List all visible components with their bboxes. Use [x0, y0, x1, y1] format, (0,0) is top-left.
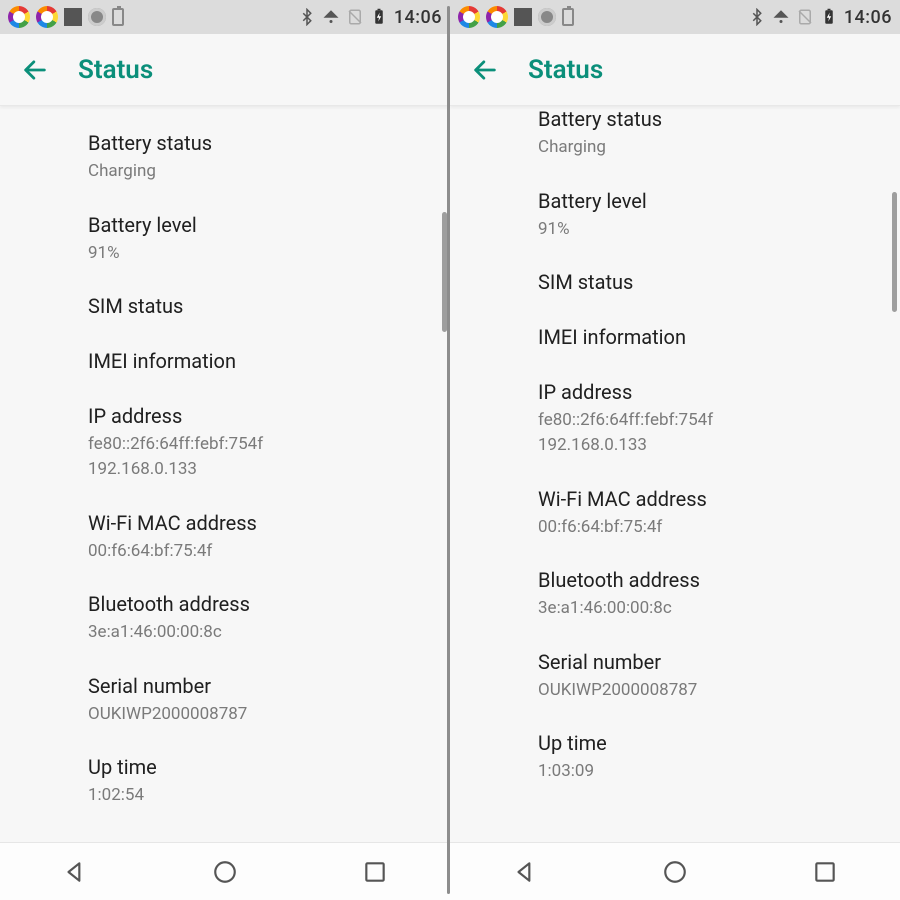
- row-sub: 1:02:54: [88, 783, 426, 808]
- row-title: Battery status: [538, 106, 876, 133]
- row-title: Wi-Fi MAC address: [538, 486, 876, 513]
- page-title: Status: [78, 55, 153, 85]
- row-battery-level[interactable]: Battery level 91%: [0, 198, 450, 280]
- row-sim-status[interactable]: SIM status: [0, 279, 450, 334]
- row-wifi-mac[interactable]: Wi-Fi MAC address 00:f6:64:bf:75:4f: [0, 496, 450, 578]
- row-title: SIM status: [538, 269, 876, 296]
- row-title: IMEI information: [88, 348, 426, 375]
- status-bar: 14:06: [450, 0, 900, 34]
- app-bar: Status: [0, 34, 450, 106]
- nav-recent[interactable]: [795, 852, 855, 892]
- bluetooth-icon: [748, 8, 766, 26]
- row-title: Up time: [538, 730, 876, 757]
- row-sub: 91%: [538, 217, 876, 242]
- row-sub: 00:f6:64:bf:75:4f: [538, 515, 876, 540]
- row-battery-status[interactable]: Battery status Charging: [450, 106, 900, 174]
- row-title: IP address: [88, 403, 426, 430]
- scrollbar[interactable]: [892, 192, 897, 312]
- battery-saver-icon: [562, 8, 574, 26]
- scrollbar[interactable]: [442, 212, 447, 332]
- row-serial[interactable]: Serial number OUKIWP2000008787: [0, 659, 450, 741]
- wifi-icon: [322, 8, 340, 26]
- row-serial[interactable]: Serial number OUKIWP2000008787: [450, 635, 900, 717]
- row-bluetooth-addr[interactable]: Bluetooth address 3e:a1:46:00:00:8c: [450, 553, 900, 635]
- page-title: Status: [528, 55, 603, 85]
- row-uptime[interactable]: Up time 1:02:54: [0, 740, 450, 822]
- row-uptime[interactable]: Up time 1:03:09: [450, 716, 900, 798]
- row-title: Wi-Fi MAC address: [88, 510, 426, 537]
- row-sim-status[interactable]: SIM status: [450, 255, 900, 310]
- row-title: SIM status: [88, 293, 426, 320]
- record-icon: [538, 8, 556, 26]
- row-ip[interactable]: IP address fe80::2f6:64ff:febf:754f 192.…: [450, 365, 900, 471]
- row-sub: 91%: [88, 241, 426, 266]
- app-notif-icon: [458, 6, 480, 28]
- clock: 14:06: [844, 7, 892, 28]
- screenshot-icon: [64, 8, 82, 26]
- no-sim-icon: [346, 8, 364, 26]
- row-imei[interactable]: IMEI information: [0, 334, 450, 389]
- row-battery-status[interactable]: Battery status Charging: [0, 116, 450, 198]
- content-area[interactable]: Battery status Charging Battery level 91…: [450, 106, 900, 842]
- row-sub: Charging: [88, 159, 426, 184]
- wifi-icon: [772, 8, 790, 26]
- battery-saver-icon: [112, 8, 124, 26]
- row-sub: OUKIWP2000008787: [538, 678, 876, 703]
- nav-home[interactable]: [645, 852, 705, 892]
- screenshot-icon: [514, 8, 532, 26]
- status-list: Battery status Charging Battery level 91…: [450, 106, 900, 798]
- row-sub: 3e:a1:46:00:00:8c: [88, 620, 426, 645]
- row-title: Battery level: [538, 188, 876, 215]
- nav-back[interactable]: [45, 852, 105, 892]
- row-title: IMEI information: [538, 324, 876, 351]
- row-bluetooth-addr[interactable]: Bluetooth address 3e:a1:46:00:00:8c: [0, 577, 450, 659]
- row-title: IP address: [538, 379, 876, 406]
- battery-charging-icon: [370, 8, 388, 26]
- row-title: Battery level: [88, 212, 426, 239]
- row-title: Bluetooth address: [538, 567, 876, 594]
- screen-left: 14:06 Status Battery status Charging Bat…: [0, 0, 450, 900]
- row-title: Serial number: [538, 649, 876, 676]
- app-notif-icon: [8, 6, 30, 28]
- row-ip[interactable]: IP address fe80::2f6:64ff:febf:754f 192.…: [0, 389, 450, 495]
- nav-bar: [450, 842, 900, 900]
- nav-back[interactable]: [495, 852, 555, 892]
- row-sub: fe80::2f6:64ff:febf:754f 192.168.0.133: [538, 408, 876, 457]
- row-sub: OUKIWP2000008787: [88, 702, 426, 727]
- screen-right: 14:06 Status Battery status Charging Bat…: [450, 0, 900, 900]
- nav-home[interactable]: [195, 852, 255, 892]
- nav-bar: [0, 842, 450, 900]
- content-area[interactable]: Battery status Charging Battery level 91…: [0, 106, 450, 842]
- app-bar: Status: [450, 34, 900, 106]
- bluetooth-icon: [298, 8, 316, 26]
- battery-charging-icon: [820, 8, 838, 26]
- nav-recent[interactable]: [345, 852, 405, 892]
- back-button[interactable]: [14, 49, 56, 91]
- row-title: Up time: [88, 754, 426, 781]
- status-bar: 14:06: [0, 0, 450, 34]
- status-list: Battery status Charging Battery level 91…: [0, 112, 450, 822]
- no-sim-icon: [796, 8, 814, 26]
- row-title: Bluetooth address: [88, 591, 426, 618]
- row-sub: 1:03:09: [538, 759, 876, 784]
- row-title: Serial number: [88, 673, 426, 700]
- back-button[interactable]: [464, 49, 506, 91]
- row-sub: fe80::2f6:64ff:febf:754f 192.168.0.133: [88, 432, 426, 481]
- app-notif-icon: [36, 6, 58, 28]
- row-imei[interactable]: IMEI information: [450, 310, 900, 365]
- row-battery-level[interactable]: Battery level 91%: [450, 174, 900, 256]
- app-notif-icon: [486, 6, 508, 28]
- record-icon: [88, 8, 106, 26]
- row-wifi-mac[interactable]: Wi-Fi MAC address 00:f6:64:bf:75:4f: [450, 472, 900, 554]
- row-sub: Charging: [538, 135, 876, 160]
- row-sub: 3e:a1:46:00:00:8c: [538, 596, 876, 621]
- row-title: Battery status: [88, 130, 426, 157]
- clock: 14:06: [394, 7, 442, 28]
- row-sub: 00:f6:64:bf:75:4f: [88, 539, 426, 564]
